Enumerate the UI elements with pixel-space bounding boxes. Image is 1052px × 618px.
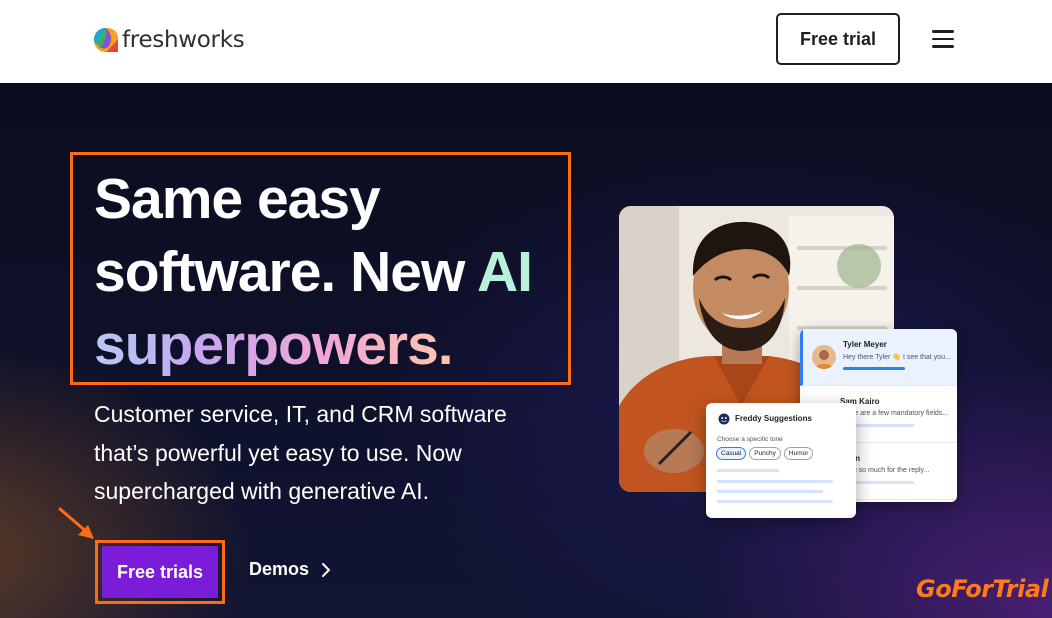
freddy-ai-icon xyxy=(718,413,730,425)
headline-text: Same easy software. New xyxy=(94,167,477,304)
avatar-icon xyxy=(815,350,833,369)
orange-arrow-icon xyxy=(58,507,94,539)
chat-preview: Hey there Tyler 👋 I see that you... xyxy=(843,354,951,361)
placeholder-line xyxy=(717,490,823,493)
chat-list-item[interactable]: Tyler Meyer Hey there Tyler 👋 I see that… xyxy=(800,329,957,386)
headline-ai-word: AI xyxy=(477,240,533,304)
chat-preview: There are a few mandatory fields... xyxy=(840,410,949,417)
placeholder-line xyxy=(717,469,779,472)
menu-line xyxy=(932,45,954,48)
placeholder-line xyxy=(717,480,833,483)
freshworks-logo-icon xyxy=(94,28,118,52)
gofortrial-watermark: GoForTrial xyxy=(916,575,1049,603)
chevron-right-icon xyxy=(322,562,331,577)
hero-headline: Same easy software. New AI superpowers. xyxy=(94,163,564,382)
freddy-suggestions-card: Freddy Suggestions Choose a specific ton… xyxy=(706,403,856,518)
placeholder-line xyxy=(717,500,833,503)
hamburger-menu-icon[interactable] xyxy=(932,30,954,48)
hero-section: Same easy software. New AI superpowers. … xyxy=(0,83,1052,618)
demos-link[interactable]: Demos xyxy=(249,559,331,580)
chat-contact-name: Tyler Meyer xyxy=(843,340,887,349)
demos-label: Demos xyxy=(249,559,310,579)
tone-chip-punchy[interactable]: Punchy xyxy=(749,447,781,460)
menu-line xyxy=(932,30,954,33)
headline-superpowers: superpowers. xyxy=(94,313,454,377)
hero-subtext: Customer service, IT, and CRM software t… xyxy=(94,401,507,504)
tone-label: Choose a specific tone xyxy=(717,436,783,443)
header-free-trial-button[interactable]: Free trial xyxy=(776,13,900,65)
tone-options: Casual Punchy Humor xyxy=(716,447,814,460)
tone-chip-humor[interactable]: Humor xyxy=(783,447,814,460)
logo-wordmark: freshworks xyxy=(122,27,245,53)
free-trials-button[interactable]: Free trials xyxy=(102,546,218,598)
freshworks-logo[interactable]: freshworks xyxy=(93,27,245,53)
freddy-title: Freddy Suggestions xyxy=(735,414,812,423)
avatar xyxy=(812,345,836,369)
tone-chip-casual[interactable]: Casual xyxy=(716,447,747,460)
menu-line xyxy=(932,37,954,40)
top-navigation-bar: freshworks Free trial xyxy=(0,0,1052,83)
chat-progress-bar xyxy=(843,367,905,370)
free-trials-highlight-box: Free trials xyxy=(95,540,225,604)
